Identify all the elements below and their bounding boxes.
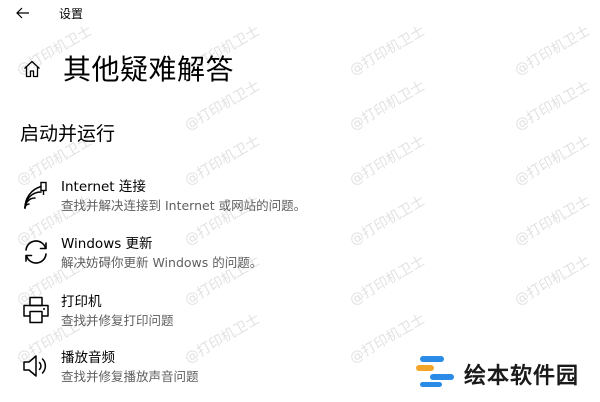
section-title: 启动并运行 [20,123,116,145]
item-description: 解决妨碍你更新 Windows 的问题。 [61,255,263,270]
watermark: @打印机卫士 [347,77,428,134]
refresh-icon [18,234,54,270]
watermark: @打印机卫士 [512,132,593,189]
wifi-antenna-icon [18,177,54,213]
item-label: 播放音频 [61,350,115,366]
item-label: Windows 更新 [61,236,153,252]
troubleshooter-internet[interactable]: Internet 连接 查找并解决连接到 Internet 或网站的问题。 [14,175,414,221]
item-label: Internet 连接 [61,179,146,195]
item-description: 查找并修复打印问题 [61,313,174,328]
brand-name: 绘本软件园 [464,364,580,389]
window-title: 设置 [59,7,84,21]
troubleshooter-printer[interactable]: 打印机 查找并修复打印问题 [14,290,414,336]
printer-icon [18,292,54,328]
watermark: @打印机卫士 [512,252,593,309]
watermark: @打印机卫士 [347,22,428,79]
home-button[interactable] [18,55,46,83]
brand-logo [416,356,454,387]
item-description: 查找并修复播放声音问题 [61,369,199,384]
speaker-icon [18,348,54,384]
troubleshooter-windows-update[interactable]: Windows 更新 解决妨碍你更新 Windows 的问题。 [14,232,414,278]
arrow-left-icon [16,7,29,19]
brand-watermark: 绘本软件园 [416,352,596,392]
troubleshooter-playing-audio[interactable]: 播放音频 查找并修复播放声音问题 [14,346,414,392]
back-button[interactable] [10,2,36,24]
page-title: 其他疑难解答 [63,53,235,86]
watermark: @打印机卫士 [512,77,593,134]
watermark: @打印机卫士 [512,192,593,249]
title-bar: 设置 [0,0,600,28]
item-description: 查找并解决连接到 Internet 或网站的问题。 [61,198,307,213]
home-icon [24,60,40,78]
watermark: @打印机卫士 [512,22,593,79]
item-label: 打印机 [61,294,102,310]
